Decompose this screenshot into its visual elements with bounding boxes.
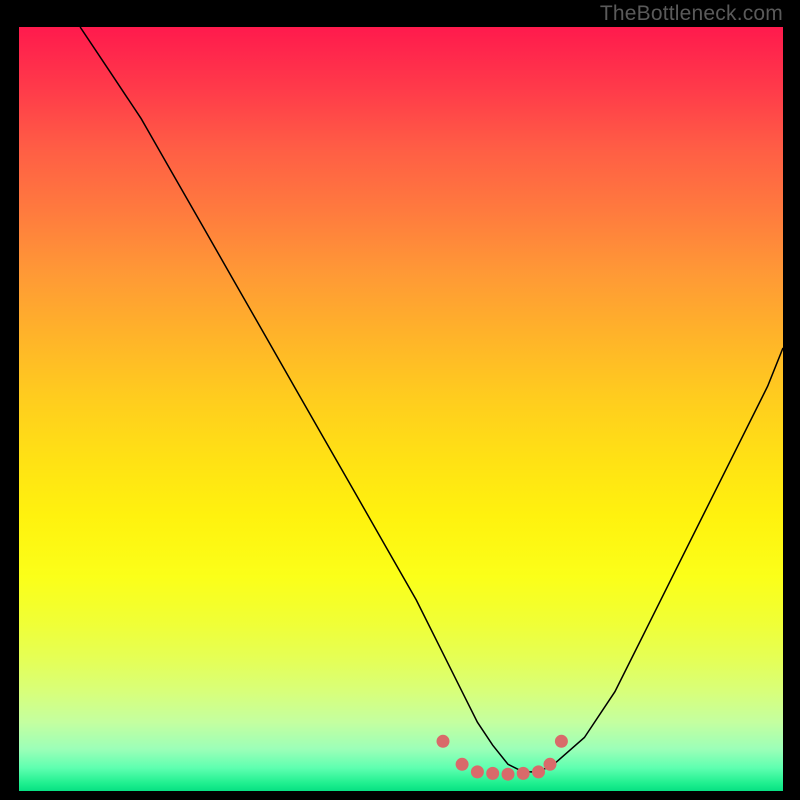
bottleneck-curve-line <box>80 27 783 772</box>
highlight-dot <box>502 768 515 781</box>
highlight-dot <box>517 767 530 780</box>
highlight-dot <box>486 767 499 780</box>
highlight-dot <box>555 735 568 748</box>
highlight-dot <box>437 735 450 748</box>
highlight-dot <box>532 765 545 778</box>
highlight-dot <box>471 765 484 778</box>
watermark-text: TheBottleneck.com <box>600 2 783 26</box>
chart-overlay-svg <box>19 27 783 791</box>
highlight-dot <box>456 758 469 771</box>
highlight-dot <box>544 758 557 771</box>
